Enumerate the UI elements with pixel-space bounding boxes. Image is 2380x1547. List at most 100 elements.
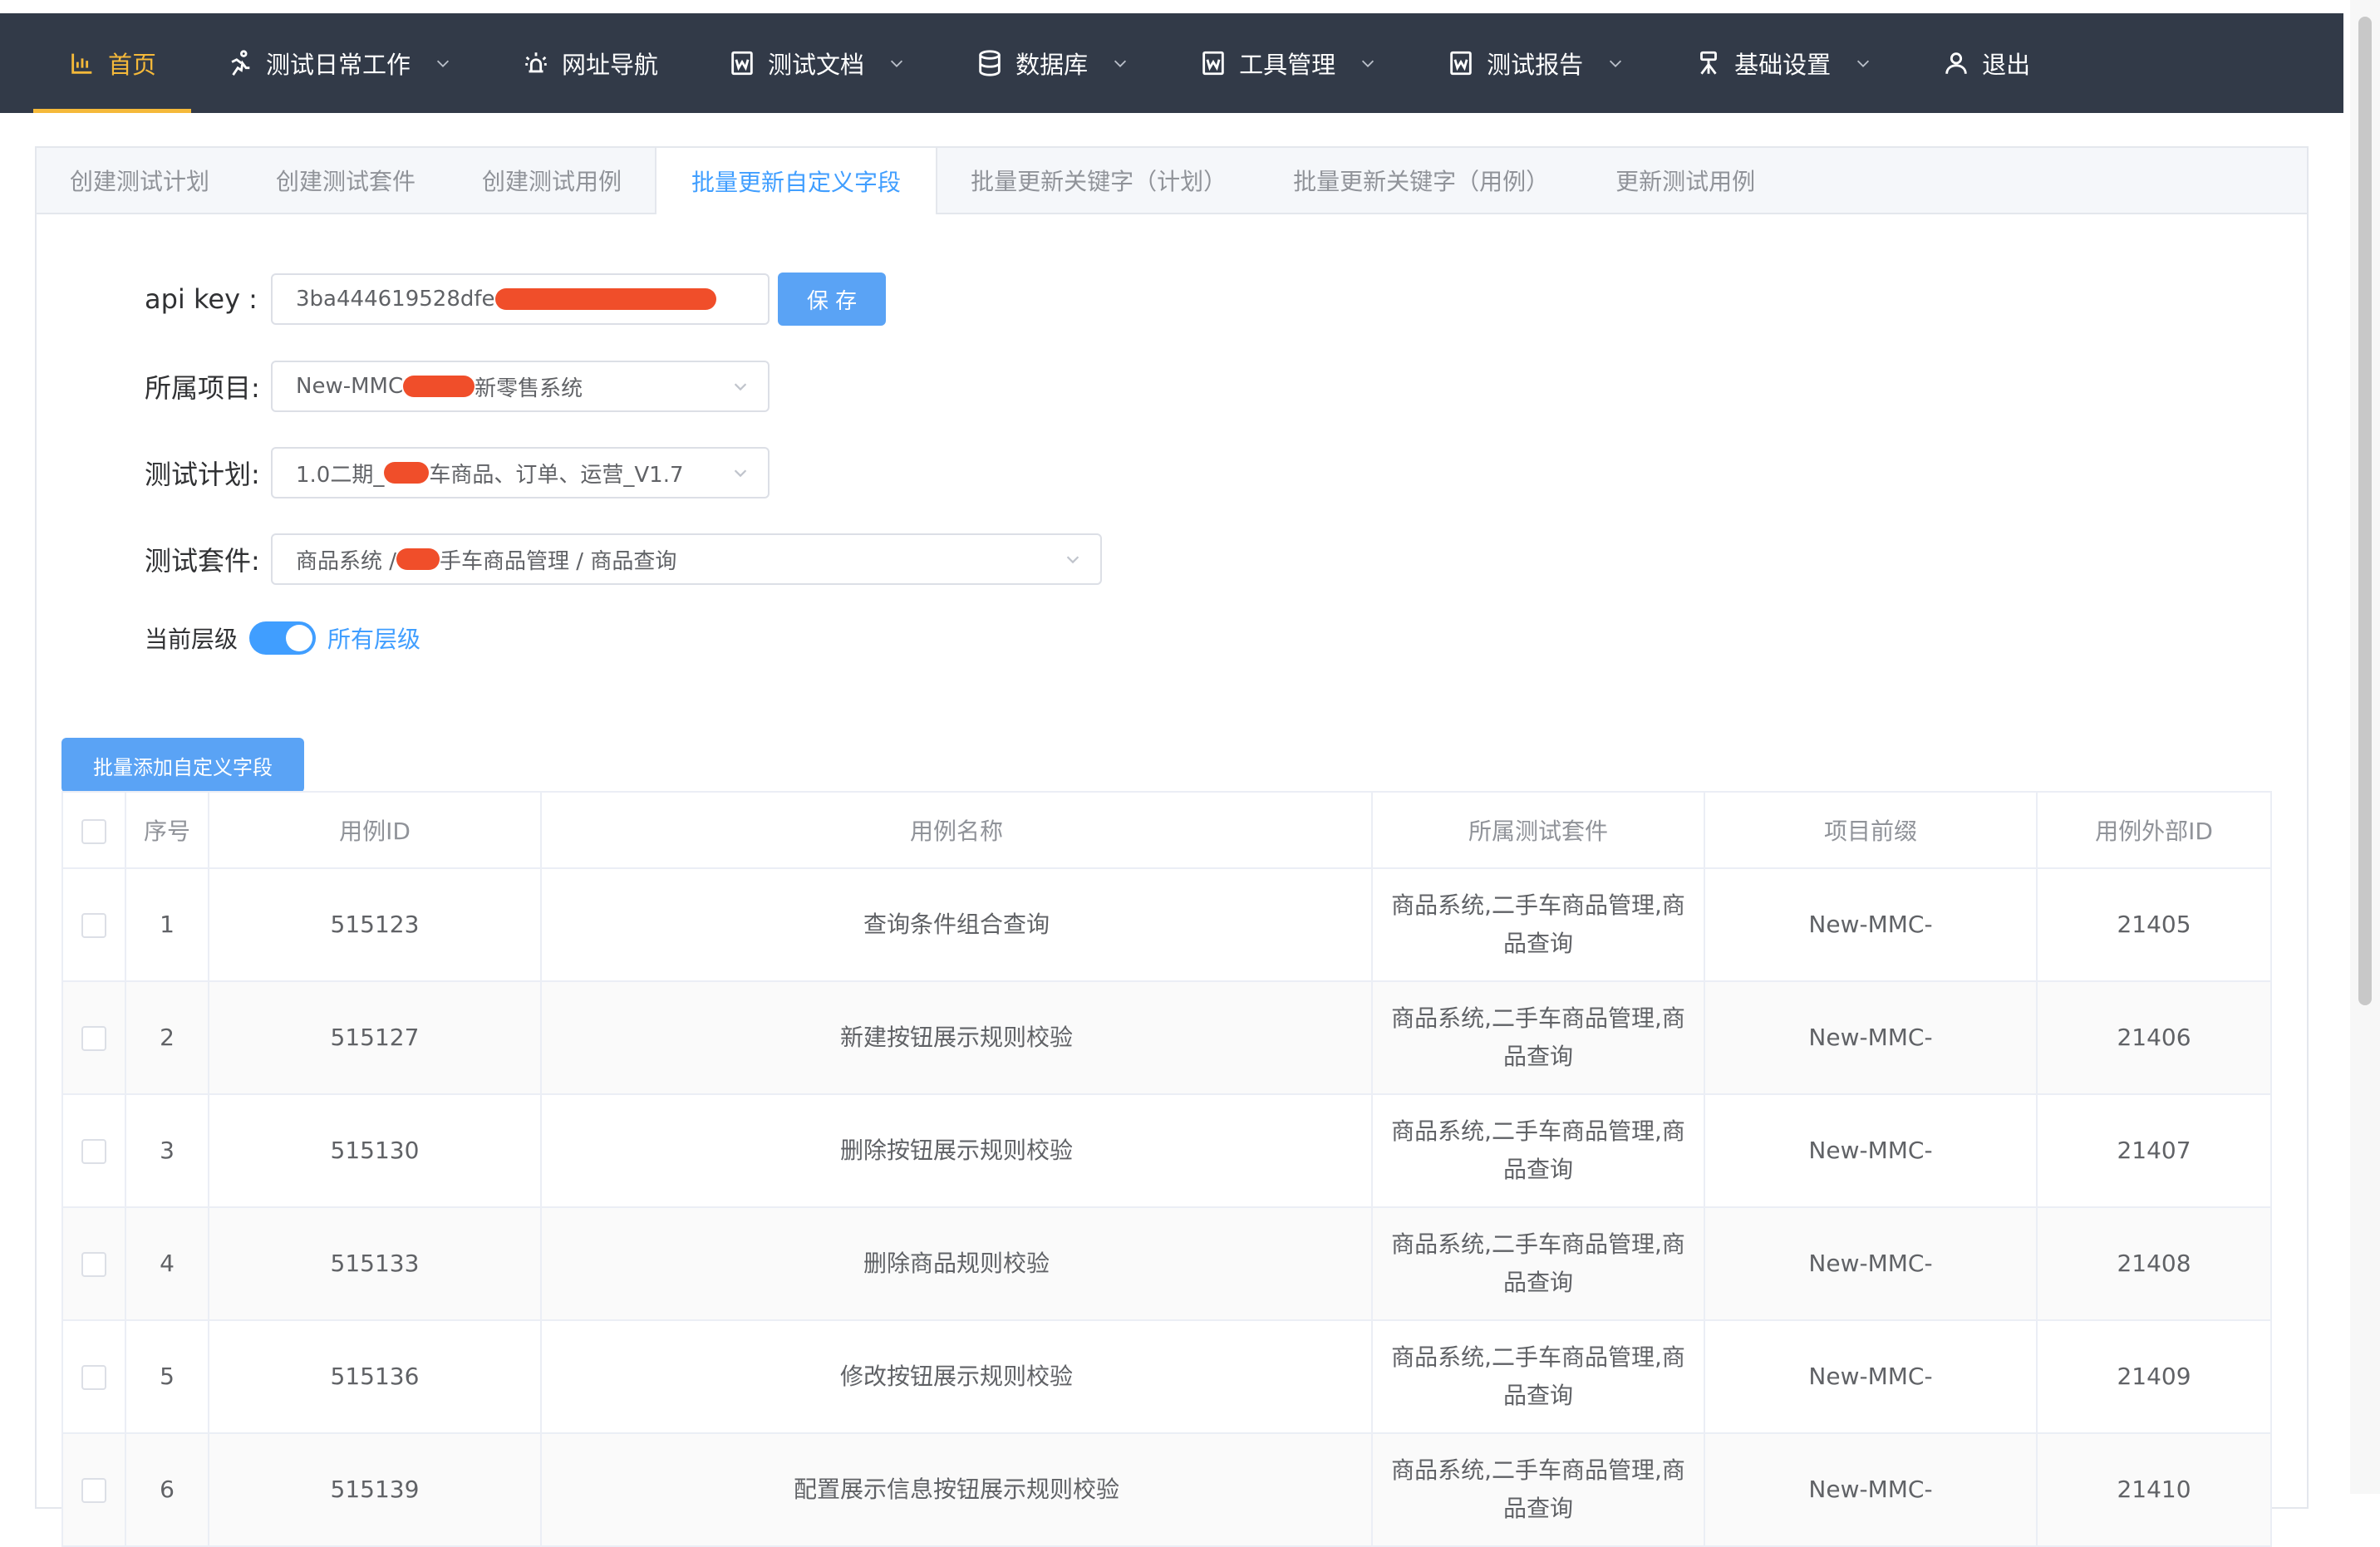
row-checkbox[interactable]: [81, 913, 106, 938]
redaction-mark: [396, 548, 440, 570]
api-key-input[interactable]: 3ba444619528dfe: [271, 273, 770, 325]
tab-update-case[interactable]: 更新测试用例: [1582, 148, 1788, 213]
running-icon: [231, 50, 250, 76]
select-all-checkbox[interactable]: [81, 818, 106, 844]
tab-batch-update-custom-field[interactable]: 批量更新自定义字段: [655, 148, 938, 214]
project-label: 所属项目:: [145, 372, 260, 404]
bar-chart-icon: [71, 53, 92, 74]
header-index: 序号: [125, 791, 209, 869]
row-checkbox[interactable]: [81, 1139, 106, 1164]
top-navigation-bar: 首页 测试日常工作 网址导航 测试文档 数据库 工具管理 测试报告 基础设置 退…: [0, 13, 2343, 113]
suite-prefix: 商品系统 /: [296, 548, 397, 574]
nav-item-url-nav[interactable]: 网址导航: [487, 13, 693, 113]
redaction-mark: [494, 288, 716, 310]
chevron-down-icon: [734, 383, 747, 391]
row-checkbox[interactable]: [81, 1252, 106, 1277]
suite-line: 品查询: [1502, 930, 1573, 957]
tab-create-suite[interactable]: 创建测试套件: [243, 148, 449, 213]
page-scrollbar[interactable]: [2350, 0, 2380, 1494]
save-button[interactable]: 保 存: [778, 273, 886, 326]
table-row[interactable]: 4 515133 删除商品规则校验 商品系统,二手车商品管理,商 品查询 New-…: [61, 1207, 2272, 1321]
redaction-mark: [384, 462, 430, 484]
cell-index: 1: [125, 868, 209, 982]
nav-item-logout[interactable]: 退出: [1907, 13, 2065, 113]
suite-label: 测试套件:: [145, 545, 260, 577]
header-prefix: 项目前缀: [1704, 791, 2038, 869]
project-select[interactable]: New-MMC 新零售系统: [271, 361, 770, 412]
nav-item-label: 首页: [108, 51, 157, 79]
row-checkbox[interactable]: [81, 1365, 106, 1390]
header-select-all[interactable]: [61, 791, 126, 869]
cell-prefix: New-MMC-: [1704, 981, 2038, 1095]
nav-item-label: 退出: [1982, 51, 2031, 79]
row-select[interactable]: [61, 1094, 126, 1208]
table-row[interactable]: 1 515123 查询条件组合查询 商品系统,二手车商品管理,商 品查询 New-…: [61, 868, 2272, 982]
project-suffix: 新零售系统: [475, 376, 583, 401]
header-external-id: 用例外部ID: [2037, 791, 2272, 869]
suite-line: 品查询: [1502, 1382, 1573, 1409]
cell-external-id: 21406: [2037, 981, 2272, 1095]
cell-suite: 商品系统,二手车商品管理,商 品查询: [1372, 868, 1705, 982]
row-select[interactable]: [61, 1433, 126, 1547]
suite-suffix: 手车商品管理 / 商品查询: [440, 548, 677, 574]
cell-prefix: New-MMC-: [1704, 1320, 2038, 1434]
suite-line: 品查询: [1502, 1269, 1573, 1296]
cell-case-id: 515139: [209, 1433, 542, 1547]
cell-index: 2: [125, 981, 209, 1095]
nav-item-label: 数据库: [1015, 51, 1089, 79]
nav-item-settings[interactable]: 基础设置: [1660, 13, 1907, 113]
cell-external-id: 21409: [2037, 1320, 2272, 1434]
cell-case-name: 配置展示信息按钮展示规则校验: [541, 1433, 1373, 1547]
batch-add-custom-field-button[interactable]: 批量添加自定义字段: [61, 738, 304, 793]
chevron-down-icon: [436, 60, 450, 67]
row-select[interactable]: [61, 868, 126, 982]
table-row[interactable]: 6 515139 配置展示信息按钮展示规则校验 商品系统,二手车商品管理,商 品查…: [61, 1433, 2272, 1547]
row-checkbox[interactable]: [81, 1478, 106, 1503]
suite-line: 品查询: [1502, 1156, 1573, 1183]
tab-create-plan[interactable]: 创建测试计划: [37, 148, 243, 213]
nav-item-home[interactable]: 首页: [33, 13, 192, 113]
tab-create-case[interactable]: 创建测试用例: [449, 148, 655, 213]
cell-external-id: 21410: [2037, 1433, 2272, 1547]
redaction-mark: [403, 376, 475, 397]
word-doc-icon: [1202, 51, 1224, 76]
header-case-id: 用例ID: [209, 791, 542, 869]
nav-item-test-report[interactable]: 测试报告: [1412, 13, 1660, 113]
suite-line: 商品系统,二手车商品管理,商: [1391, 1343, 1685, 1371]
chevron-down-icon: [1610, 60, 1622, 67]
row-select[interactable]: [61, 1320, 126, 1434]
header-suite: 所属测试套件: [1372, 791, 1705, 869]
cell-case-name: 删除按钮展示规则校验: [541, 1094, 1373, 1208]
suite-select[interactable]: 商品系统 / 手车商品管理 / 商品查询: [271, 533, 1102, 585]
table-row[interactable]: 3 515130 删除按钮展示规则校验 商品系统,二手车商品管理,商 品查询 Ne…: [61, 1094, 2272, 1208]
nav-item-label: 基础设置: [1734, 51, 1832, 79]
table-row[interactable]: 5 515136 修改按钮展示规则校验 商品系统,二手车商品管理,商 品查询 Ne…: [61, 1320, 2272, 1434]
cell-external-id: 21407: [2037, 1094, 2272, 1208]
tab-batch-update-keyword-plan[interactable]: 批量更新关键字（计划）: [937, 148, 1260, 213]
plan-prefix: 1.0二期_: [296, 462, 385, 488]
cell-prefix: New-MMC-: [1704, 1433, 2038, 1547]
suite-row: 测试套件: 商品系统 / 手车商品管理 / 商品查询: [145, 533, 1102, 585]
word-doc-icon: [731, 51, 753, 76]
cell-suite: 商品系统,二手车商品管理,商 品查询: [1372, 1320, 1705, 1434]
nav-item-database[interactable]: 数据库: [941, 13, 1164, 113]
suite-line: 商品系统,二手车商品管理,商: [1391, 891, 1685, 919]
tab-batch-update-keyword-case[interactable]: 批量更新关键字（用例）: [1260, 148, 1582, 213]
cell-suite: 商品系统,二手车商品管理,商 品查询: [1372, 1207, 1705, 1321]
nav-item-test-docs[interactable]: 测试文档: [693, 13, 941, 113]
nav-item-daily-work[interactable]: 测试日常工作: [191, 13, 487, 113]
level-toggle[interactable]: [249, 621, 317, 655]
plan-select[interactable]: 1.0二期_ 车商品、订单、运营_V1.7: [271, 447, 770, 498]
plan-label: 测试计划:: [145, 459, 260, 490]
row-checkbox[interactable]: [81, 1026, 106, 1051]
row-select[interactable]: [61, 1207, 126, 1321]
case-table: 序号 用例ID 用例名称 所属测试套件 项目前缀 用例外部ID 1 515123…: [61, 791, 2272, 1547]
cell-case-id: 515130: [209, 1094, 542, 1208]
scrollbar-thumb[interactable]: [2358, 17, 2372, 1005]
all-levels-label: 所有层级: [327, 626, 421, 653]
row-select[interactable]: [61, 981, 126, 1095]
nav-item-tools[interactable]: 工具管理: [1164, 13, 1412, 113]
main-card: 创建测试计划 创建测试套件 创建测试用例 批量更新自定义字段 批量更新关键字（计…: [35, 146, 2309, 1547]
table-row[interactable]: 2 515127 新建按钮展示规则校验 商品系统,二手车商品管理,商 品查询 Ne…: [61, 981, 2272, 1095]
cell-prefix: New-MMC-: [1704, 1094, 2038, 1208]
